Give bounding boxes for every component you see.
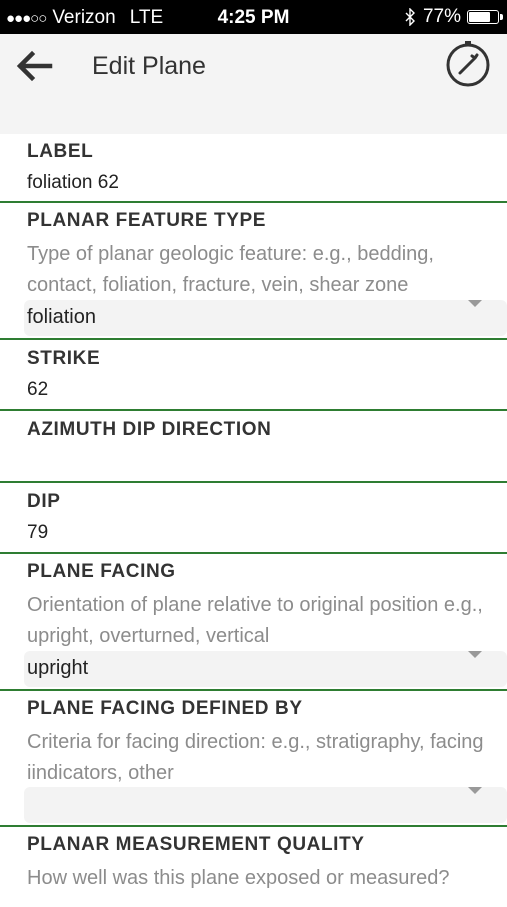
planar-measurement-quality-help: How well was this plane exposed or measu… xyxy=(27,867,450,889)
plane-facing-defined-by-select[interactable] xyxy=(24,787,507,823)
planar-feature-type-value: foliation xyxy=(27,306,96,328)
azimuth-dip-direction-section: AZIMUTH DIP DIRECTION xyxy=(0,411,507,483)
planar-feature-type-label: PLANAR FEATURE TYPE xyxy=(27,210,267,231)
battery-tip xyxy=(500,14,503,20)
compass-button[interactable] xyxy=(444,39,492,87)
plane-facing-help: Orientation of plane relative to origina… xyxy=(27,594,483,647)
page-title: Edit Plane xyxy=(92,52,206,80)
strike-label: STRIKE xyxy=(27,348,101,369)
compass-icon xyxy=(446,41,490,87)
dip-label: DIP xyxy=(27,491,61,512)
label-input[interactable]: foliation 62 xyxy=(27,172,119,194)
dip-input[interactable]: 79 xyxy=(27,522,48,544)
strike-input[interactable]: 62 xyxy=(27,379,48,401)
back-button[interactable] xyxy=(14,46,54,86)
label-field-label: LABEL xyxy=(27,141,94,162)
plane-facing-section: PLANE FACING Orientation of plane relati… xyxy=(0,554,507,691)
planar-measurement-quality-label: PLANAR MEASUREMENT QUALITY xyxy=(27,834,365,855)
plane-facing-defined-by-section: PLANE FACING DEFINED BY Criteria for fac… xyxy=(0,691,507,827)
plane-facing-label: PLANE FACING xyxy=(27,561,176,582)
label-section: LABEL foliation 62 xyxy=(0,134,507,203)
edit-plane-form: LABEL foliation 62 PLANAR FEATURE TYPE T… xyxy=(0,134,507,907)
bluetooth-icon xyxy=(405,8,415,26)
battery-fill xyxy=(469,12,490,22)
battery-percent: 77% xyxy=(422,6,461,27)
arrow-left-icon xyxy=(16,50,53,82)
planar-feature-type-help: Type of planar geologic feature: e.g., b… xyxy=(27,243,434,296)
planar-measurement-quality-section: PLANAR MEASUREMENT QUALITY How well was … xyxy=(0,827,507,907)
chevron-down-icon xyxy=(468,651,482,658)
plane-facing-defined-by-help: Criteria for facing direction: e.g., str… xyxy=(27,731,484,784)
battery-icon xyxy=(467,10,503,24)
status-right: 77% xyxy=(405,6,503,28)
chevron-down-icon xyxy=(468,300,482,307)
azimuth-dip-direction-label: AZIMUTH DIP DIRECTION xyxy=(27,419,272,440)
strike-section: STRIKE 62 xyxy=(0,340,507,411)
app-bar: Edit Plane xyxy=(0,34,507,134)
chevron-down-icon xyxy=(468,787,482,794)
planar-feature-type-section: PLANAR FEATURE TYPE Type of planar geolo… xyxy=(0,203,507,340)
dip-section: DIP 79 xyxy=(0,483,507,554)
planar-feature-type-select[interactable]: foliation xyxy=(24,300,507,336)
status-bar: ●●●○○ Verizon LTE 4:25 PM 77% xyxy=(0,0,507,34)
plane-facing-select[interactable]: upright xyxy=(24,651,507,687)
plane-facing-defined-by-label: PLANE FACING DEFINED BY xyxy=(27,698,303,719)
azimuth-dip-direction-input[interactable] xyxy=(27,449,487,475)
plane-facing-value: upright xyxy=(27,657,89,679)
